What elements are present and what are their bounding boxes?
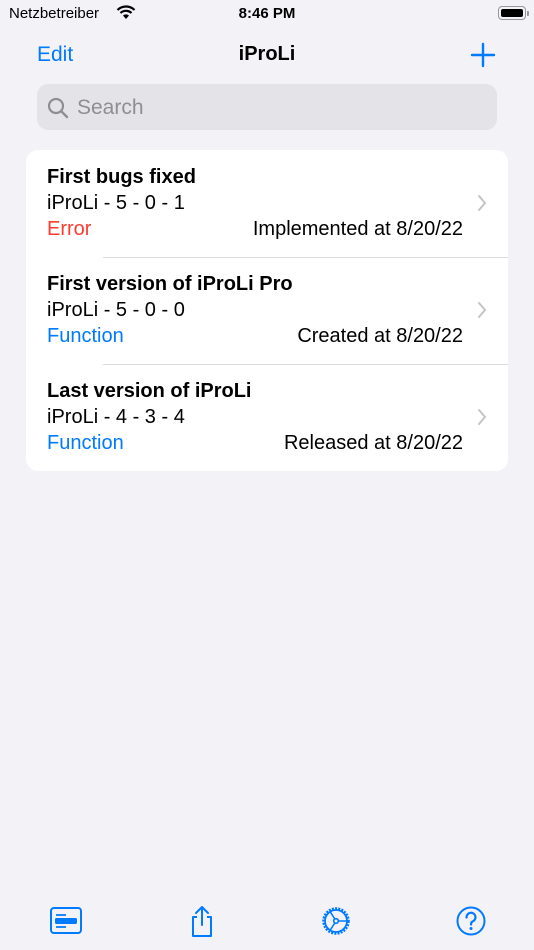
navigation-bar: Edit iProLi: [0, 38, 534, 72]
page-title: iProLi: [238, 43, 296, 65]
list-item[interactable]: First version of iProLi Pro iProLi - 5 -…: [26, 257, 508, 364]
status-time: 8:46 PM: [238, 5, 296, 22]
chevron-right-icon: [478, 409, 487, 425]
entries-list: First bugs fixed iProLi - 5 - 0 - 1 Erro…: [26, 150, 508, 471]
status-bar: Netzbetreiber 8:46 PM: [0, 0, 534, 28]
plus-icon[interactable]: [470, 42, 496, 68]
item-category: Error: [47, 218, 92, 240]
bottom-toolbar: [0, 895, 534, 950]
item-title: First version of iProLi Pro: [47, 273, 293, 295]
chevron-right-icon: [478, 302, 487, 318]
list-item[interactable]: First bugs fixed iProLi - 5 - 0 - 1 Erro…: [26, 150, 508, 257]
item-title: Last version of iProLi: [47, 380, 252, 402]
settings-gear-icon[interactable]: [320, 905, 352, 937]
item-date: Implemented at 8/20/22: [252, 218, 463, 240]
item-date: Released at 8/20/22: [283, 432, 463, 454]
item-title: First bugs fixed: [47, 166, 196, 188]
search-bar[interactable]: [37, 84, 497, 132]
item-date: Created at 8/20/22: [297, 325, 463, 347]
item-category: Function: [47, 325, 124, 347]
search-input[interactable]: [75, 84, 479, 132]
item-version: iProLi - 5 - 0 - 1: [47, 192, 185, 214]
help-icon[interactable]: [455, 905, 487, 937]
list-card-icon[interactable]: [50, 905, 82, 937]
list-item[interactable]: Last version of iProLi iProLi - 4 - 3 - …: [26, 364, 508, 471]
battery-icon: [498, 6, 529, 20]
chevron-right-icon: [478, 195, 487, 211]
item-version: iProLi - 5 - 0 - 0: [47, 299, 185, 321]
search-icon: [47, 97, 69, 119]
item-version: iProLi - 4 - 3 - 4: [47, 406, 185, 428]
item-category: Function: [47, 432, 124, 454]
share-icon[interactable]: [186, 905, 218, 937]
